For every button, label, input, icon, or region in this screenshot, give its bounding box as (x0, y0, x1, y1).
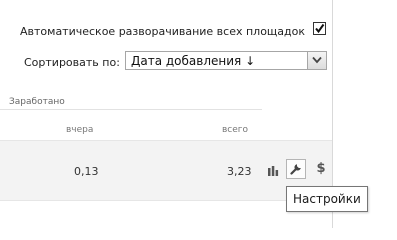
checkmark-icon (315, 23, 325, 34)
earned-group-header: Заработано (9, 97, 65, 107)
table-row: 0,13 3,23 $ (0, 140, 332, 201)
wrench-icon (290, 164, 301, 175)
cell-total: 3,23 (227, 165, 252, 178)
stats-button[interactable] (266, 163, 280, 177)
settings-button[interactable] (286, 159, 306, 179)
sort-select-value: Дата добавления ↓ (131, 54, 256, 68)
bar-chart-icon (268, 166, 279, 176)
settings-panel: Автоматическое разворачивание всех площа… (0, 0, 332, 228)
column-header-yesterday: вчера (66, 125, 94, 135)
column-header-total: всего (222, 125, 249, 135)
money-button[interactable]: $ (314, 161, 328, 177)
header-divider (0, 109, 262, 110)
auto-expand-label: Автоматическое разворачивание всех площа… (20, 25, 306, 38)
sort-label: Сортировать по: (24, 56, 120, 69)
settings-tooltip: Настройки (286, 186, 368, 212)
sort-select[interactable]: Дата добавления ↓ (125, 51, 327, 70)
chevron-down-icon (312, 56, 322, 64)
sort-select-dropdown-button[interactable] (307, 52, 326, 69)
auto-expand-checkbox[interactable] (313, 22, 326, 35)
dollar-icon: $ (316, 161, 326, 176)
cell-yesterday: 0,13 (74, 165, 99, 178)
